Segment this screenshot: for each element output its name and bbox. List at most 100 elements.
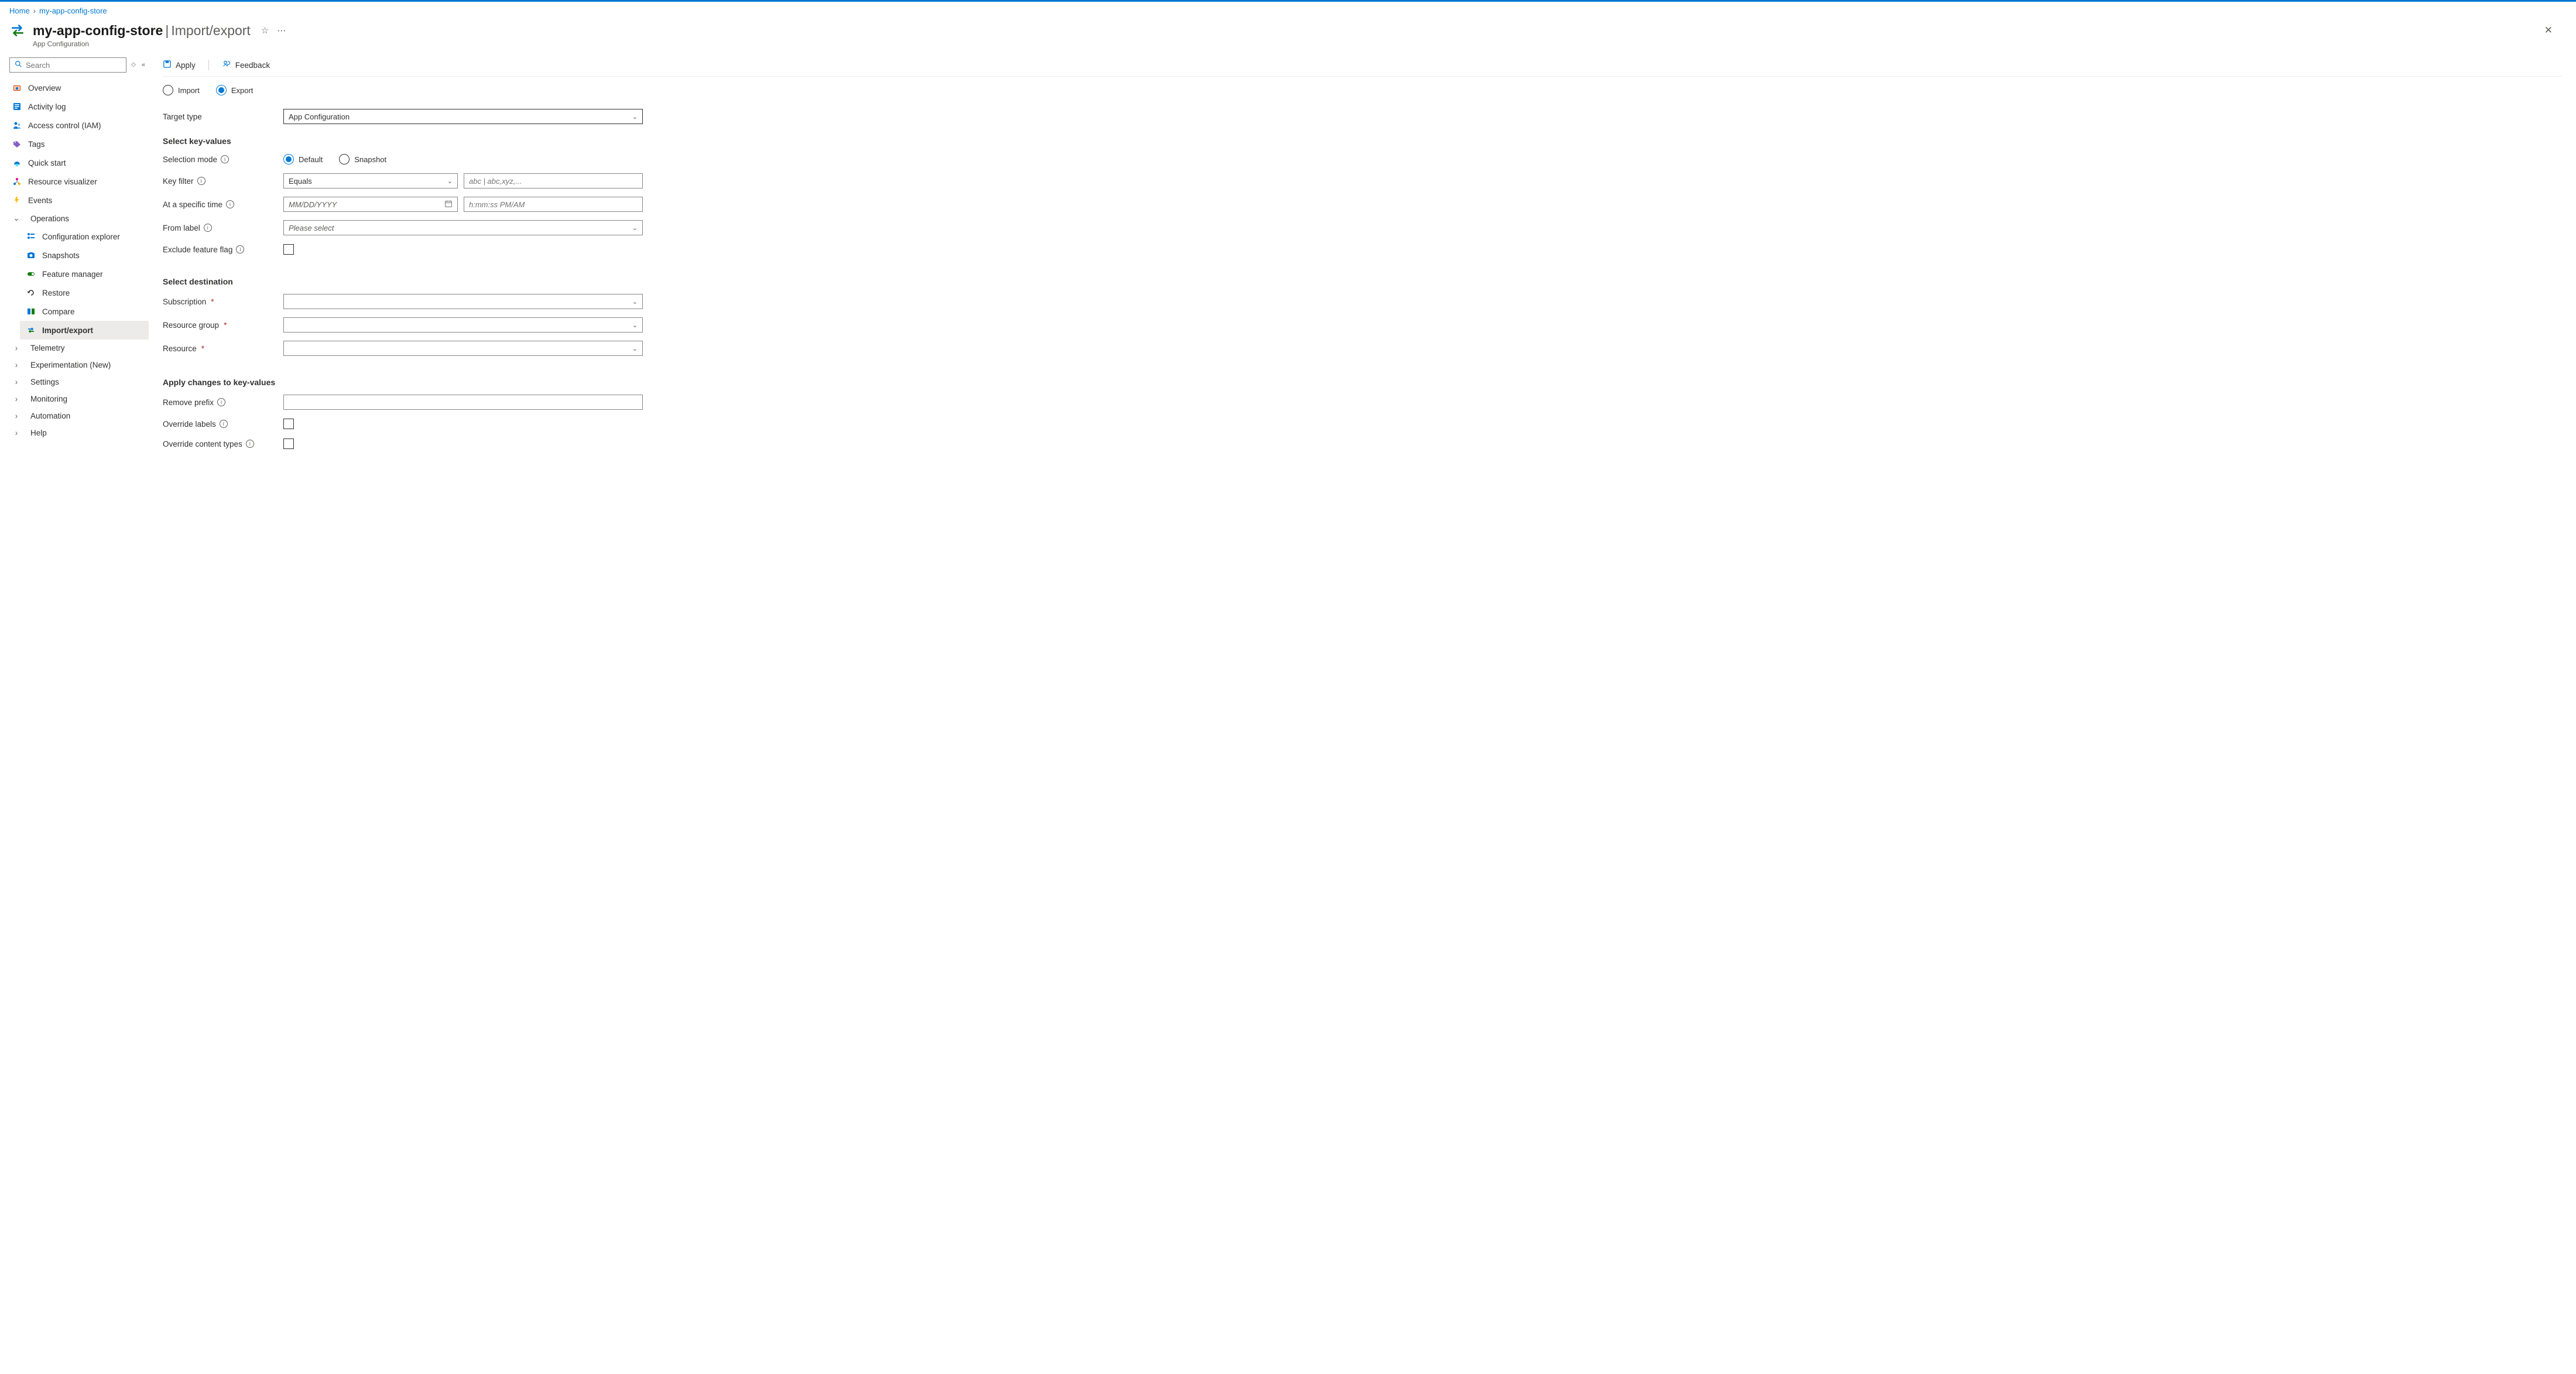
sidebar-group-label: Experimentation (New) (30, 361, 111, 369)
resource-group-select[interactable]: ⌄ (283, 317, 643, 333)
info-icon[interactable]: i (217, 398, 225, 406)
chevron-right-icon: › (12, 412, 21, 420)
sidebar-item-label: Access control (IAM) (28, 121, 101, 130)
sidebar-search-input[interactable] (26, 61, 121, 70)
sidebar-item-visualizer[interactable]: Resource visualizer (6, 172, 149, 191)
sidebar-item-tags[interactable]: Tags (6, 135, 149, 153)
sidebar-item-label: Quick start (28, 159, 66, 167)
sidebar-group-operations[interactable]: ⌄ Operations (6, 210, 149, 227)
sidebar-item-overview[interactable]: Overview (6, 78, 149, 97)
sidebar-search[interactable] (9, 57, 126, 73)
selection-mode-label: Selection modei (163, 155, 283, 164)
info-icon[interactable]: i (221, 155, 229, 163)
breadcrumb: Home › my-app-config-store (0, 2, 2576, 15)
select-kv-heading: Select key-values (163, 128, 2562, 149)
mode-import-radio[interactable]: Import (163, 85, 200, 95)
sidebar-item-feature-manager[interactable]: Feature manager (20, 265, 149, 283)
sidebar-item-events[interactable]: Events (6, 191, 149, 210)
sidebar-group-label: Operations (30, 214, 69, 223)
specific-time-label: At a specific timei (163, 200, 283, 209)
key-filter-input[interactable] (464, 173, 643, 189)
sidebar-item-restore[interactable]: Restore (20, 283, 149, 302)
favorite-icon[interactable]: ☆ (261, 25, 269, 36)
info-icon[interactable]: i (246, 440, 254, 448)
info-icon[interactable]: i (236, 245, 244, 253)
feedback-icon (222, 60, 231, 70)
target-type-label: Target type (163, 112, 283, 121)
info-icon[interactable]: i (226, 200, 234, 208)
select-dest-heading: Select destination (163, 269, 2562, 290)
collapse-icon[interactable]: « (142, 61, 145, 68)
chevron-down-icon: ⌄ (632, 321, 638, 329)
override-labels-label: Override labelsi (163, 420, 283, 429)
mode-export-radio[interactable]: Export (216, 85, 254, 95)
chevron-down-icon: ⌄ (447, 177, 453, 185)
date-input[interactable]: MM/DD/YYYY (283, 197, 458, 212)
sidebar-item-quickstart[interactable]: Quick start (6, 153, 149, 172)
resource-select[interactable]: ⌄ (283, 341, 643, 356)
override-ct-label: Override content typesi (163, 440, 283, 448)
import-export-small-icon (26, 325, 36, 335)
import-export-icon (9, 22, 26, 39)
info-icon[interactable]: i (197, 177, 205, 185)
activity-log-icon (12, 101, 22, 112)
subscription-label: Subscription* (163, 297, 283, 306)
apply-button[interactable]: Apply (163, 60, 196, 70)
sidebar-item-snapshots[interactable]: Snapshots (20, 246, 149, 265)
breadcrumb-store[interactable]: my-app-config-store (39, 6, 107, 15)
sidebar-group-experimentation[interactable]: › Experimentation (New) (6, 357, 149, 374)
time-input[interactable] (464, 197, 643, 212)
quickstart-icon (12, 157, 22, 168)
chevron-right-icon: › (12, 429, 21, 437)
restore-icon (26, 287, 36, 298)
override-ct-checkbox[interactable] (283, 438, 294, 449)
sidebar-item-config-explorer[interactable]: Configuration explorer (20, 227, 149, 246)
sidebar-group-label: Telemetry (30, 344, 65, 352)
info-icon[interactable]: i (220, 420, 228, 428)
sidebar-group-help[interactable]: › Help (6, 424, 149, 441)
exclude-ff-checkbox[interactable] (283, 244, 294, 255)
chevron-right-icon: › (12, 344, 21, 352)
override-labels-checkbox[interactable] (283, 419, 294, 429)
key-filter-label: Key filteri (163, 177, 283, 186)
breadcrumb-home[interactable]: Home (9, 6, 30, 15)
sidebar-group-settings[interactable]: › Settings (6, 374, 149, 390)
from-label-select[interactable]: Please select ⌄ (283, 220, 643, 235)
expand-icon[interactable]: ◇ (131, 61, 136, 68)
selection-default-radio[interactable]: Default (283, 154, 323, 165)
close-icon[interactable]: ✕ (2544, 25, 2567, 36)
sidebar-group-label: Automation (30, 412, 70, 420)
selection-snapshot-radio[interactable]: Snapshot (339, 154, 386, 165)
target-type-select[interactable]: App Configuration ⌄ (283, 109, 643, 124)
resource-label: Resource* (163, 344, 283, 353)
sidebar-item-import-export[interactable]: Import/export (20, 321, 149, 340)
sidebar-group-monitoring[interactable]: › Monitoring (6, 390, 149, 407)
resource-group-label: Resource group* (163, 321, 283, 330)
subscription-select[interactable]: ⌄ (283, 294, 643, 309)
info-icon[interactable]: i (204, 224, 212, 232)
remove-prefix-input[interactable] (283, 395, 643, 410)
sidebar-item-compare[interactable]: Compare (20, 302, 149, 321)
sidebar-item-label: Restore (42, 289, 70, 297)
sidebar-item-label: Activity log (28, 102, 66, 111)
search-icon (15, 60, 22, 70)
chevron-down-icon: ⌄ (632, 113, 638, 121)
remove-prefix-label: Remove prefixi (163, 398, 283, 407)
key-filter-operator-select[interactable]: Equals ⌄ (283, 173, 458, 189)
sidebar-item-label: Snapshots (42, 251, 80, 260)
sidebar-item-label: Import/export (42, 326, 93, 335)
chevron-down-icon: ⌄ (632, 345, 638, 352)
sidebar-item-label: Events (28, 196, 52, 205)
sidebar-item-iam[interactable]: Access control (IAM) (6, 116, 149, 135)
chevron-right-icon: › (12, 361, 21, 369)
compare-icon (26, 306, 36, 317)
sidebar-item-label: Configuration explorer (42, 232, 120, 241)
chevron-down-icon: ⌄ (632, 224, 638, 232)
feedback-button[interactable]: Feedback (222, 60, 270, 70)
apply-icon (163, 60, 172, 70)
chevron-right-icon: › (12, 378, 21, 386)
sidebar-group-telemetry[interactable]: › Telemetry (6, 340, 149, 357)
sidebar-item-activity[interactable]: Activity log (6, 97, 149, 116)
sidebar-group-automation[interactable]: › Automation (6, 407, 149, 424)
more-icon[interactable]: ⋯ (277, 25, 286, 36)
